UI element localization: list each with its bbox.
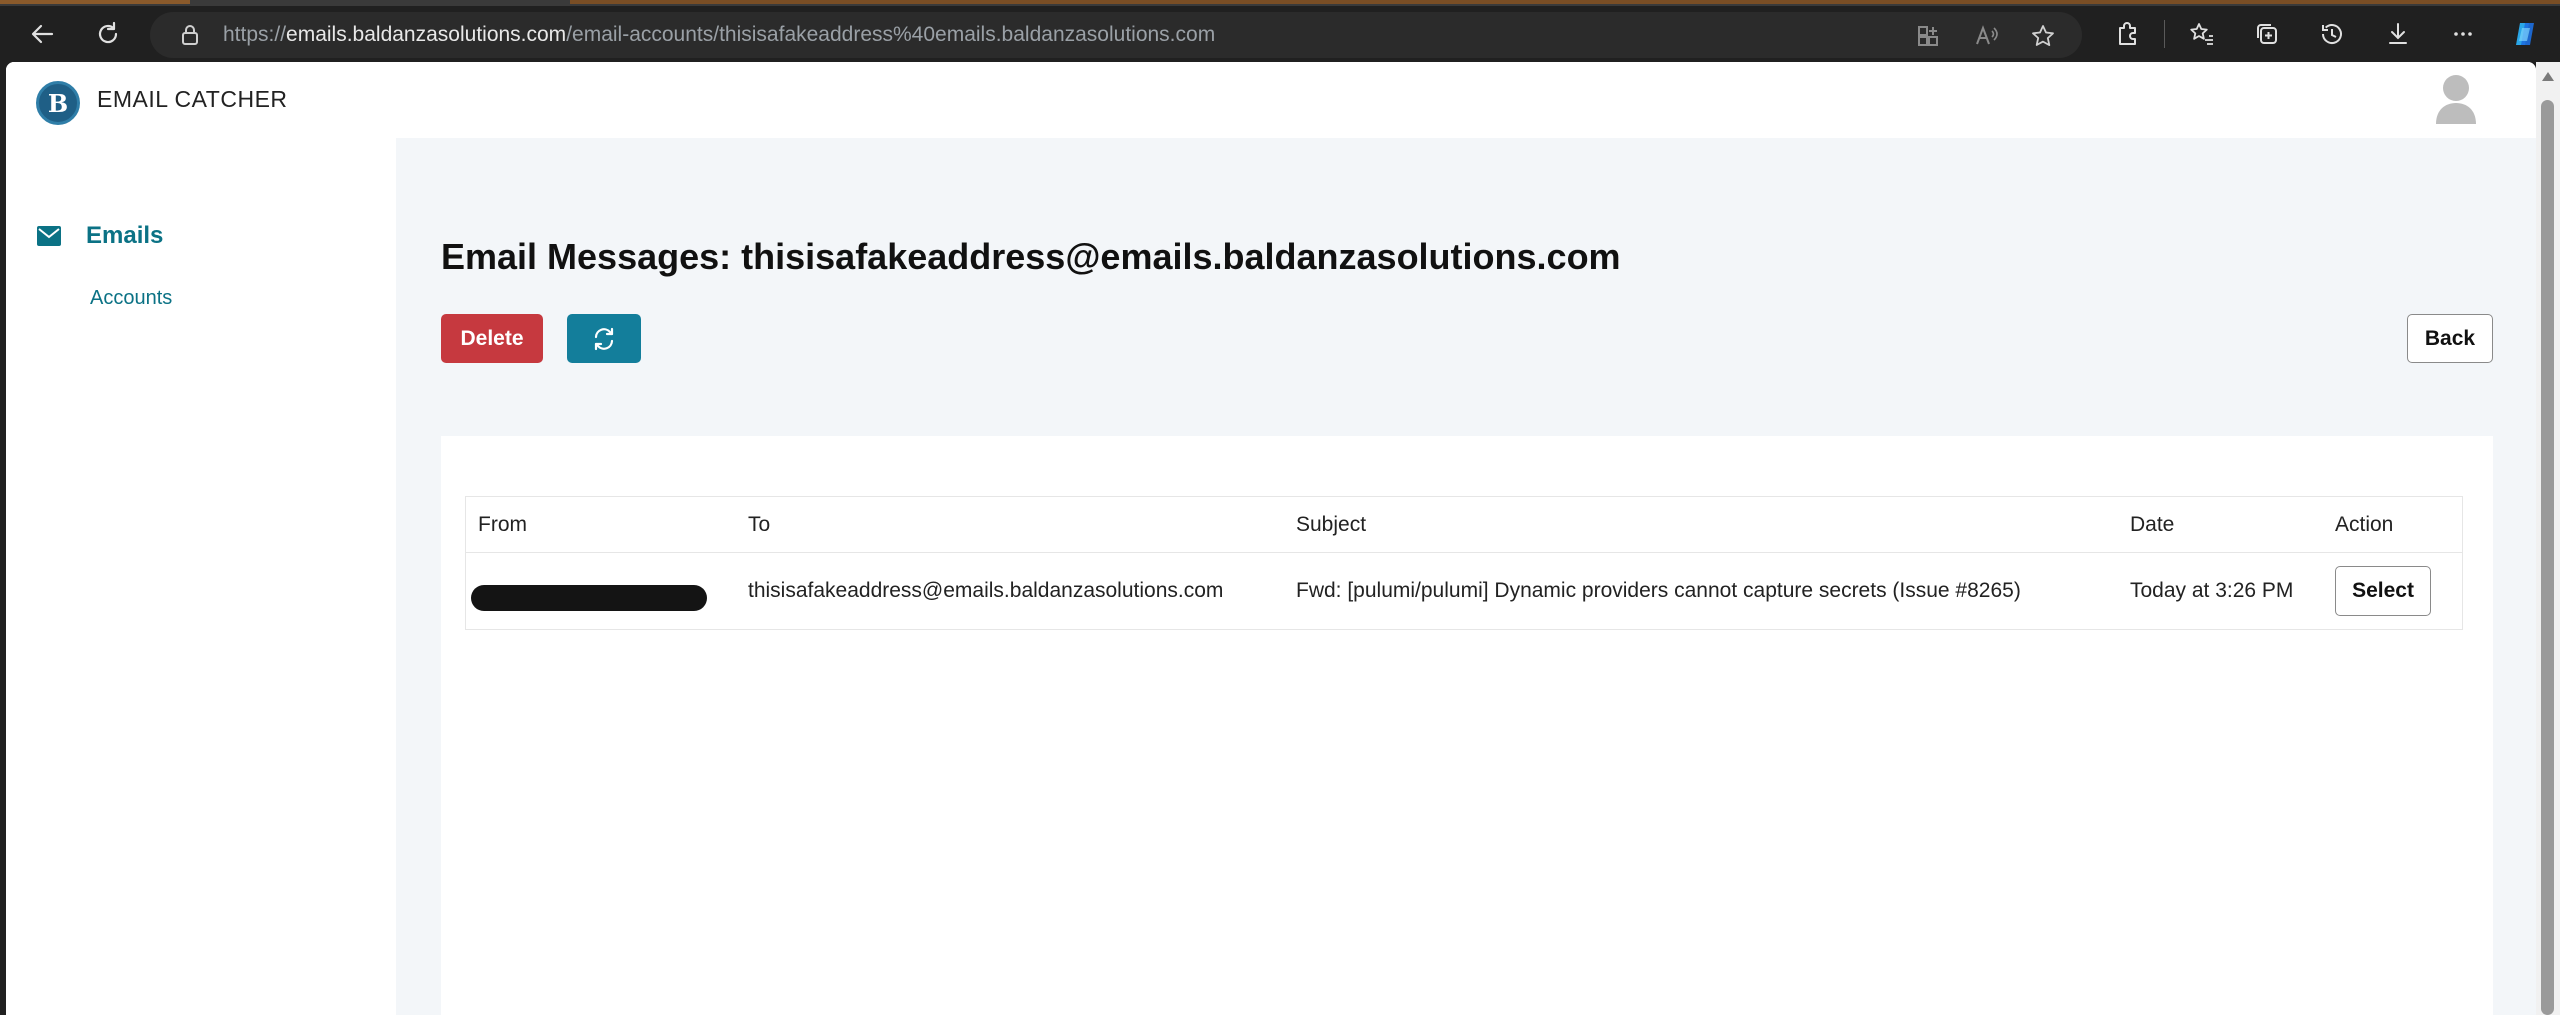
app-brand[interactable]: EMAIL CATCHER: [97, 86, 288, 113]
favorite-star-icon[interactable]: [2030, 23, 2056, 49]
page-title: Email Messages: thisisafakeaddress@email…: [441, 236, 1621, 277]
extensions-icon[interactable]: [2108, 14, 2148, 54]
url-text[interactable]: https://emails.baldanzasolutions.com/ema…: [223, 12, 1215, 58]
scrollbar-thumb[interactable]: [2541, 100, 2554, 1015]
column-header-from: From: [478, 512, 527, 536]
address-bar[interactable]: https://emails.baldanzasolutions.com/ema…: [150, 12, 2082, 58]
refresh-button[interactable]: [567, 314, 641, 363]
sidebar: Emails Accounts: [6, 138, 396, 1015]
more-icon[interactable]: [2443, 14, 2483, 54]
mail-icon: [37, 226, 61, 246]
sidebar-item-emails[interactable]: Emails: [36, 222, 163, 250]
main-content: Email Messages: thisisafakeaddress@email…: [396, 138, 2536, 1015]
history-icon[interactable]: [2312, 14, 2352, 54]
toolbar-separator: [2164, 20, 2165, 48]
select-button[interactable]: Select: [2335, 566, 2431, 616]
page-viewport: B EMAIL CATCHER Emails Accounts Email Me…: [6, 62, 2536, 1015]
cell-to: thisisafakeaddress@emails.baldanzasoluti…: [748, 579, 1224, 602]
tab-accent: [570, 0, 2560, 4]
cell-subject: Fwd: [pulumi/pulumi] Dynamic providers c…: [1296, 579, 2021, 602]
scroll-up-arrow-icon[interactable]: [2542, 72, 2554, 81]
downloads-icon[interactable]: [2378, 14, 2418, 54]
collections-icon[interactable]: [2247, 14, 2287, 54]
user-avatar-icon[interactable]: [2434, 72, 2478, 126]
refresh-icon[interactable]: [88, 14, 128, 54]
app-logo[interactable]: B: [36, 81, 80, 125]
browser-toolbar: https://emails.baldanzasolutions.com/ema…: [0, 6, 2560, 62]
app-header: B EMAIL CATCHER: [6, 62, 2536, 138]
copilot-icon[interactable]: [2505, 14, 2545, 54]
table-row[interactable]: thisisafakeaddress@emails.baldanzasoluti…: [466, 553, 2462, 629]
sidebar-item-label: Emails: [86, 222, 164, 249]
delete-button[interactable]: Delete: [441, 314, 543, 363]
table-header-row: From To Subject Date Action: [466, 497, 2462, 553]
back-button[interactable]: Back: [2407, 314, 2493, 363]
column-header-subject: Subject: [1296, 512, 1367, 536]
messages-card: From To Subject Date Action thisisafakea…: [441, 436, 2493, 1015]
messages-table: From To Subject Date Action thisisafakea…: [465, 496, 2463, 630]
page-scrollbar[interactable]: [2536, 62, 2560, 1015]
sidebar-item-accounts[interactable]: Accounts: [90, 287, 172, 310]
refresh-icon: [594, 327, 614, 350]
column-header-action: Action: [2335, 512, 2394, 536]
back-icon[interactable]: [22, 14, 62, 54]
column-header-date: Date: [2130, 512, 2175, 536]
column-header-to: To: [748, 512, 771, 536]
cell-action: Select: [2335, 553, 2431, 629]
read-aloud-icon[interactable]: [1973, 23, 1999, 49]
lock-icon[interactable]: [178, 23, 202, 47]
redacted-sender: [471, 585, 707, 611]
favorites-icon[interactable]: [2182, 14, 2222, 54]
app-view-icon[interactable]: [1915, 23, 1941, 49]
tab-accent: [0, 0, 190, 4]
cell-date: Today at 3:26 PM: [2130, 579, 2294, 602]
